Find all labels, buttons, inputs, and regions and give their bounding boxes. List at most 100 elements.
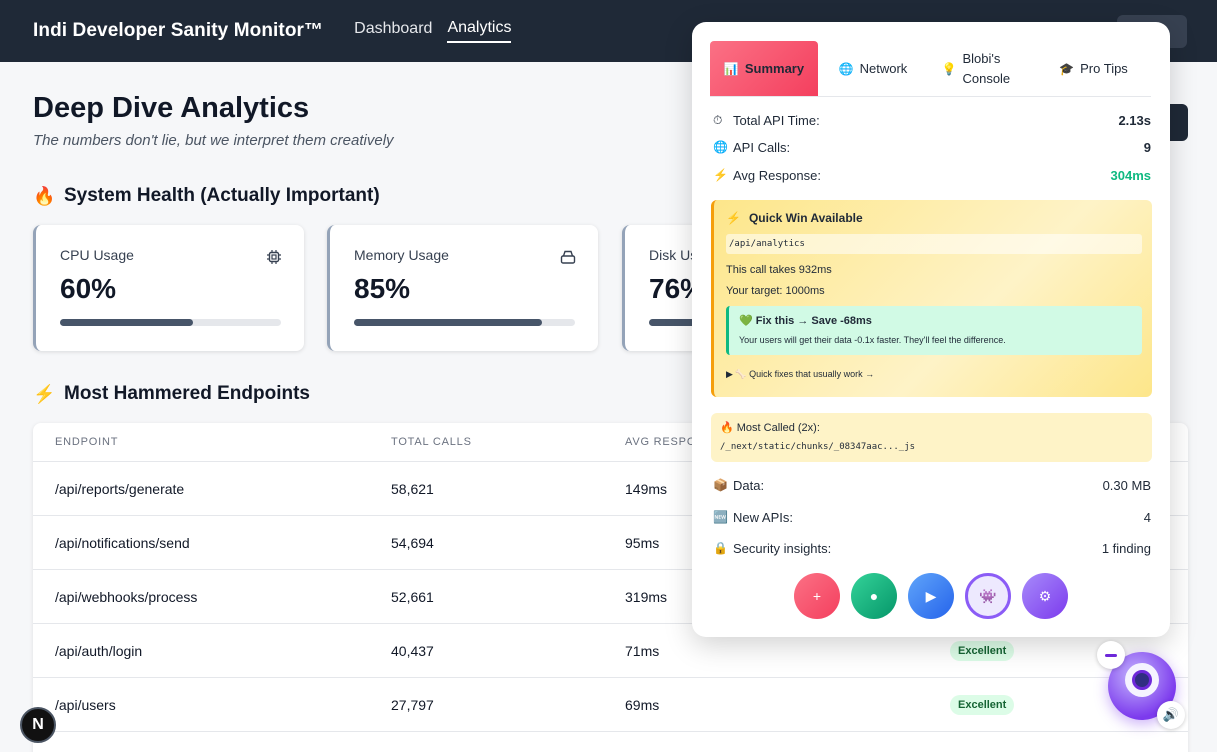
stat-value: 4 [1143, 509, 1151, 525]
endpoint-cell: /api/users [55, 696, 116, 713]
quick-fixes-toggle[interactable]: ▶ 🦴 Quick fixes that usually work → [726, 369, 1142, 380]
tab-summary[interactable]: 📊 Summary [710, 41, 818, 96]
speaker-icon: 🔊 [1162, 707, 1180, 722]
calls-cell: 58,621 [391, 480, 434, 497]
stat-value: 0.30 MB [1102, 477, 1151, 493]
avg-cell: 69ms [625, 696, 660, 713]
stat-label: Data: [733, 477, 765, 493]
quick-win-heading: ⚡ Quick Win Available [726, 211, 1142, 225]
settings-button[interactable]: ⚙ [1022, 573, 1068, 619]
cpu-label: CPU Usage [60, 247, 134, 263]
most-called-card: 🔥 Most Called (2x): /_next/static/chunks… [711, 413, 1152, 462]
cpu-bar [60, 319, 281, 326]
stat-label: Security insights: [733, 540, 832, 556]
tab-pro-tips[interactable]: 🎓 Pro Tips [1036, 41, 1151, 96]
tab-network[interactable]: 🌐 Network [818, 41, 928, 96]
stat-total-api-time: ⏱ Total API Time: 2.13s [713, 110, 1151, 130]
plus-icon: + [812, 588, 822, 604]
fix-suggestion: 💚 Fix this → Save -68ms Your users will … [726, 306, 1142, 355]
endpoint-cell: /api/auth/login [55, 642, 143, 659]
record-button[interactable]: ● [851, 573, 897, 619]
fix-description: Your users will get their data -0.1x fas… [739, 335, 1006, 345]
lock-icon: 🔒 [713, 541, 728, 555]
stat-label: New APIs: [733, 509, 793, 525]
calls-cell: 40,437 [391, 642, 434, 659]
col-total-calls[interactable]: TOTAL CALLS [391, 436, 472, 448]
quick-win-path: /api/analytics [726, 234, 1142, 254]
memory-label: Memory Usage [354, 247, 449, 263]
col-endpoint[interactable]: ENDPOINT [55, 436, 118, 448]
page-subtitle: The numbers don't lie, but we interpret … [33, 132, 394, 149]
quick-win-card: ⚡ Quick Win Available /api/analytics Thi… [711, 200, 1152, 397]
minimize-button[interactable] [1097, 641, 1125, 669]
lightning-icon: ⚡ [713, 168, 728, 182]
avg-cell: 95ms [625, 534, 660, 551]
chart-icon: 📊 [723, 61, 739, 76]
devtools-panel: 📊 Summary 🌐 Network 💡 Blobi's Console 🎓 … [692, 22, 1170, 637]
memory-bar [354, 319, 575, 326]
stat-label: API Calls: [733, 139, 791, 155]
lightning-icon: ⚡ [726, 211, 741, 225]
stat-security: 🔒 Security insights: 1 finding [713, 538, 1151, 558]
stat-api-calls: 🌐 API Calls: 9 [713, 137, 1151, 157]
add-button[interactable]: + [794, 573, 840, 619]
endpoint-cell: /api/notifications/send [55, 534, 190, 551]
quick-win-title: Quick Win Available [748, 211, 863, 225]
nav-link-analytics[interactable]: Analytics [447, 19, 512, 43]
tab-console[interactable]: 💡 Blobi's Console [928, 41, 1036, 96]
status-badge: Excellent [950, 640, 1015, 661]
stat-avg-response: ⚡ Avg Response: 304ms [713, 165, 1151, 185]
mascot-icon: 👾 [979, 587, 997, 604]
endpoint-cell: /api/webhooks/process [55, 588, 198, 605]
tab-network-label: Network [859, 61, 908, 76]
panel-action-buttons: + ● ▶ 👾 ⚙ [794, 573, 1068, 619]
nextjs-dev-badge[interactable]: N [20, 707, 56, 743]
speaker-button[interactable]: 🔊 [1157, 701, 1185, 729]
mascot-button[interactable]: 👾 [965, 573, 1011, 619]
cpu-card: CPU Usage 60% [33, 225, 304, 351]
play-button[interactable]: ▶ [908, 573, 954, 619]
stat-value: 9 [1143, 139, 1151, 155]
panel-tabs: 📊 Summary 🌐 Network 💡 Blobi's Console 🎓 … [710, 41, 1151, 97]
status-badge: Excellent [950, 694, 1015, 715]
avg-cell: 149ms [625, 480, 668, 497]
most-called-path: /_next/static/chunks/_08347aac..._js [720, 442, 916, 452]
tab-console-label: Blobi's Console [962, 50, 1011, 86]
quick-win-duration: This call takes 932ms [726, 264, 832, 276]
stopwatch-icon: ⏱ [713, 112, 723, 127]
calls-cell: 54,694 [391, 534, 434, 551]
brand-title: Indi Developer Sanity Monitor™ [33, 20, 324, 41]
endpoints-heading: ⚡ Most Hammered Endpoints [33, 383, 310, 405]
package-icon: 📦 [713, 478, 728, 492]
nav-link-dashboard[interactable]: Dashboard [354, 20, 432, 42]
globe-icon: 🌐 [713, 140, 728, 154]
most-called-title: 🔥 Most Called (2x): [720, 422, 820, 434]
stat-value: 2.13s [1118, 112, 1151, 128]
calls-cell: 52,661 [391, 588, 434, 605]
gear-icon: ⚙ [1038, 587, 1052, 604]
cpu-value: 60% [60, 273, 117, 304]
memory-bar-fill [354, 319, 542, 326]
stat-new-apis: 🆕 New APIs: 4 [713, 507, 1151, 527]
quick-win-target: Your target: 1000ms [726, 285, 825, 297]
graduation-cap-icon: 🎓 [1059, 61, 1075, 76]
avg-cell: 319ms [625, 588, 668, 605]
bulb-icon: 💡 [941, 61, 957, 76]
stat-data: 📦 Data: 0.30 MB [713, 475, 1151, 495]
globe-icon: 🌐 [838, 61, 854, 76]
endpoints-title: Most Hammered Endpoints [64, 383, 310, 404]
stat-label: Avg Response: [733, 167, 821, 183]
table-row[interactable]: /api/users 27,797 69ms Excellent [33, 678, 1188, 732]
calls-cell: 27,797 [391, 696, 434, 713]
avg-cell: 71ms [625, 642, 660, 659]
tab-summary-label: Summary [744, 61, 805, 76]
stat-label: Total API Time: [733, 112, 820, 128]
system-health-heading: 🔥 System Health (Actually Important) [33, 185, 380, 207]
cpu-bar-fill [60, 319, 193, 326]
eye-icon [1125, 663, 1159, 697]
memory-icon [560, 249, 576, 270]
new-badge-icon: 🆕 [713, 510, 728, 524]
page-title: Deep Dive Analytics [33, 92, 310, 124]
memory-value: 85% [354, 273, 411, 304]
col-avg-response[interactable]: AVG RESPO [625, 436, 696, 448]
